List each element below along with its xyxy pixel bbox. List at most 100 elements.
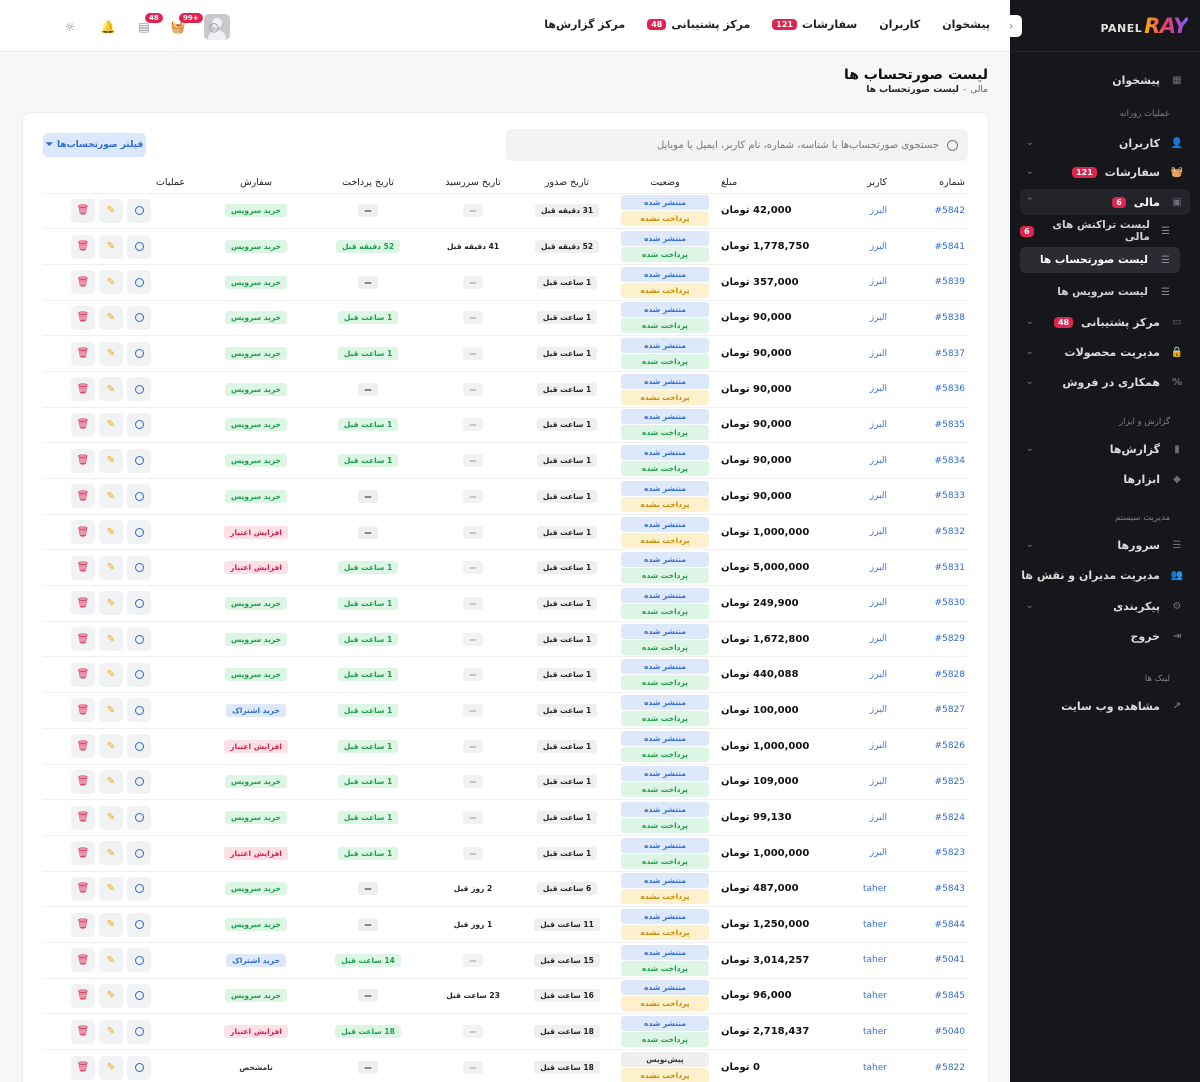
order-type-badge[interactable]: خرید سرویس xyxy=(225,918,287,932)
pencil-icon[interactable]: ✎ xyxy=(99,876,123,901)
header-status[interactable]: وضعیت xyxy=(613,173,717,193)
breadcrumb-parent[interactable]: مالی xyxy=(970,85,988,95)
pencil-icon[interactable]: ✎ xyxy=(99,698,123,723)
invoice-number[interactable]: #5837 xyxy=(891,335,969,372)
trash-icon[interactable]: 🗑 xyxy=(71,876,95,901)
pencil-icon[interactable]: ✎ xyxy=(99,1055,123,1080)
view-icon[interactable] xyxy=(127,341,151,366)
header-order[interactable]: سفارش xyxy=(201,173,311,193)
cart-icon[interactable]: 🧺 +99 xyxy=(170,13,203,35)
invoice-user[interactable]: البرز xyxy=(827,370,891,408)
invoice-number[interactable]: #5833 xyxy=(891,478,969,515)
invoice-user[interactable]: البرز xyxy=(827,656,891,693)
header-user[interactable]: کاربر xyxy=(827,173,891,193)
order-type-badge[interactable]: خرید سرویس xyxy=(225,454,287,468)
invoice-user[interactable]: taher xyxy=(827,977,891,1014)
bell-icon[interactable]: 🔔 xyxy=(100,19,116,35)
pencil-icon[interactable]: ✎ xyxy=(99,555,123,580)
pencil-icon[interactable]: ✎ xyxy=(99,270,123,295)
trash-icon[interactable]: 🗑 xyxy=(71,234,95,259)
trash-icon[interactable]: 🗑 xyxy=(71,341,95,366)
order-type-badge[interactable]: خرید سرویس xyxy=(225,989,287,1003)
invoice-user[interactable]: taher xyxy=(827,870,891,907)
order-type-badge[interactable]: افزایش اعتبار xyxy=(224,561,288,575)
search-icon[interactable]: ○ xyxy=(206,19,222,35)
trash-icon[interactable]: 🗑 xyxy=(71,769,95,794)
sidebar-item-dashboard[interactable]: ▦ پیشخوان xyxy=(1020,67,1190,93)
invoice-user[interactable]: البرز xyxy=(827,620,891,657)
header-number[interactable]: شماره xyxy=(891,173,969,193)
sidebar-sub-transactions[interactable]: ☰ لیست تراکنش های مالی 6 xyxy=(1020,218,1180,244)
trash-icon[interactable]: 🗑 xyxy=(71,1055,95,1080)
invoice-number[interactable]: #5841 xyxy=(891,228,969,265)
order-type-badge[interactable]: خرید سرویس xyxy=(225,668,287,682)
view-icon[interactable] xyxy=(127,627,151,652)
order-type-badge[interactable]: خرید سرویس xyxy=(225,204,287,218)
sidebar-sub-invoices[interactable]: ☰ لیست صورتحساب ها xyxy=(1020,247,1180,273)
pencil-icon[interactable]: ✎ xyxy=(99,198,123,223)
sidebar-item-finance[interactable]: ▣ مالی 6 ⌃ xyxy=(1020,189,1190,215)
messages-icon[interactable]: ▤ 48 xyxy=(136,13,163,35)
sidebar-item-users[interactable]: 👤 کاربران ⌄ xyxy=(1020,130,1190,156)
trash-icon[interactable]: 🗑 xyxy=(71,983,95,1008)
pencil-icon[interactable]: ✎ xyxy=(99,234,123,259)
view-icon[interactable] xyxy=(127,377,151,402)
order-type-badge[interactable]: خرید سرویس xyxy=(225,596,287,610)
view-icon[interactable] xyxy=(127,912,151,937)
invoice-user[interactable]: البرز xyxy=(827,442,891,479)
sidebar-item-servers[interactable]: ☰ سرورها ⌄ xyxy=(1020,532,1190,558)
nav-support[interactable]: مرکز پشتیبانی 48 xyxy=(647,18,750,31)
pencil-icon[interactable]: ✎ xyxy=(99,412,123,437)
invoice-number[interactable]: #5830 xyxy=(891,585,969,622)
sidebar-item-affiliate[interactable]: % همکاری در فروش ⌄ xyxy=(1020,369,1190,395)
invoice-user[interactable]: البرز xyxy=(827,585,891,622)
header-amount[interactable]: مبلغ xyxy=(717,173,827,193)
pencil-icon[interactable]: ✎ xyxy=(99,627,123,652)
pencil-icon[interactable]: ✎ xyxy=(99,805,123,830)
invoice-user[interactable]: البرز xyxy=(827,549,891,586)
view-icon[interactable] xyxy=(127,198,151,223)
view-icon[interactable] xyxy=(127,769,151,794)
view-icon[interactable] xyxy=(127,520,151,545)
invoice-number[interactable]: #5827 xyxy=(891,692,969,729)
invoice-user[interactable]: taher xyxy=(827,1013,891,1050)
invoice-user[interactable]: البرز xyxy=(827,692,891,729)
invoice-number[interactable]: #5831 xyxy=(891,549,969,586)
invoice-number[interactable]: #5825 xyxy=(891,763,969,800)
invoice-number[interactable]: #5839 xyxy=(891,263,969,301)
pencil-icon[interactable]: ✎ xyxy=(99,769,123,794)
invoice-user[interactable]: taher xyxy=(827,1049,891,1082)
view-icon[interactable] xyxy=(127,412,151,437)
trash-icon[interactable]: 🗑 xyxy=(71,662,95,687)
order-type-badge[interactable]: خرید سرویس xyxy=(225,347,287,361)
view-icon[interactable] xyxy=(127,1055,151,1080)
order-type-badge[interactable]: خرید سرویس xyxy=(225,275,287,289)
invoice-user[interactable]: البرز xyxy=(827,727,891,764)
invoice-user[interactable]: البرز xyxy=(827,299,891,336)
view-icon[interactable] xyxy=(127,484,151,509)
trash-icon[interactable]: 🗑 xyxy=(71,805,95,830)
trash-icon[interactable]: 🗑 xyxy=(71,948,95,973)
view-icon[interactable] xyxy=(127,805,151,830)
trash-icon[interactable]: 🗑 xyxy=(71,305,95,330)
invoice-user[interactable]: البرز xyxy=(827,478,891,515)
pencil-icon[interactable]: ✎ xyxy=(99,734,123,759)
order-type-badge[interactable]: خرید سرویس xyxy=(225,240,287,254)
sidebar-item-admins[interactable]: 👥 مدیریت مدیران و نقش ها ⌄ xyxy=(1020,562,1190,588)
filter-button[interactable]: فیلتر صورتحساب‌ها ⏷ xyxy=(43,133,146,157)
order-type-badge[interactable]: خرید سرویس xyxy=(225,418,287,432)
order-type-badge[interactable]: افزایش اعتبار xyxy=(224,1025,288,1039)
sidebar-sub-services[interactable]: ☰ لیست سرویس ها xyxy=(1020,279,1180,305)
pencil-icon[interactable]: ✎ xyxy=(99,948,123,973)
pencil-icon[interactable]: ✎ xyxy=(99,341,123,366)
invoice-number[interactable]: #5823 xyxy=(891,834,969,872)
sidebar-item-config[interactable]: ⚙ پیکربندی ⌄ xyxy=(1020,593,1190,619)
invoice-number[interactable]: #5824 xyxy=(891,799,969,836)
header-due-date[interactable]: تاریخ سررسید xyxy=(425,173,521,193)
trash-icon[interactable]: 🗑 xyxy=(71,198,95,223)
sidebar-item-support[interactable]: ▭ مرکز پشتیبانی 48 ⌄ xyxy=(1020,309,1190,335)
nav-orders[interactable]: سفارشات 121 xyxy=(772,18,857,31)
invoice-number[interactable]: #5040 xyxy=(891,1013,969,1050)
trash-icon[interactable]: 🗑 xyxy=(71,448,95,473)
invoice-number[interactable]: #5845 xyxy=(891,977,969,1014)
